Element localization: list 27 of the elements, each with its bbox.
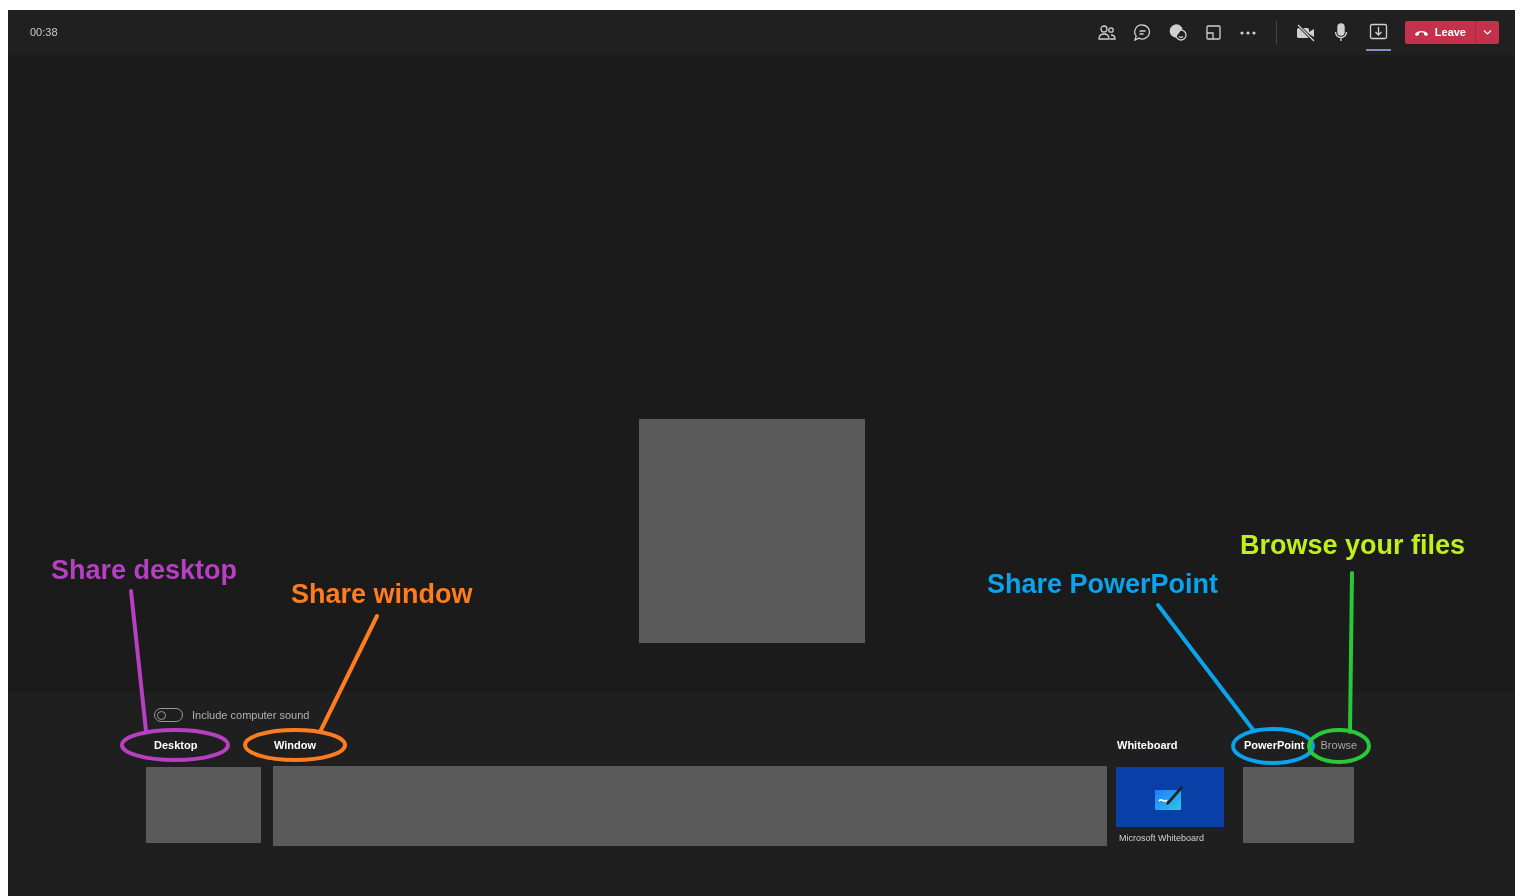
annotation-label: Share desktop	[51, 554, 238, 587]
annotation-label: Share PowerPoint	[987, 568, 1219, 601]
powerpoint-thumbnail[interactable]	[1243, 767, 1354, 843]
rooms-icon[interactable]	[1204, 24, 1222, 41]
reactions-icon[interactable]	[1168, 23, 1188, 42]
call-timer: 00:38	[30, 25, 58, 41]
more-icon[interactable]	[1238, 29, 1257, 36]
annotation-label: Share window	[291, 578, 473, 611]
tile-caption: Microsoft Whiteboard	[1118, 832, 1206, 845]
window-thumbnail[interactable]	[273, 766, 1107, 846]
section-heading: Whiteboard	[1116, 738, 1179, 753]
chat-icon[interactable]	[1132, 23, 1152, 42]
section-heading: Desktop	[153, 738, 199, 753]
section-heading: Window	[273, 738, 318, 753]
whiteboard-app-icon	[1155, 784, 1185, 810]
hang-up-icon	[1413, 29, 1429, 36]
toggle-label: Include computer sound	[192, 707, 310, 723]
browse-link[interactable]: Browse	[1320, 736, 1358, 754]
section-heading: PowerPoint	[1244, 737, 1305, 753]
people-icon[interactable]	[1097, 23, 1116, 42]
desktop-thumbnail[interactable]	[146, 767, 261, 843]
annotation-label: Browse your files	[1240, 529, 1466, 562]
share-screen-icon	[1368, 22, 1388, 41]
whiteboard-tile[interactable]	[1116, 767, 1224, 827]
camera-icon[interactable]	[1295, 23, 1316, 42]
chevron-down-icon	[1483, 30, 1492, 35]
microphone-icon[interactable]	[1332, 23, 1349, 42]
